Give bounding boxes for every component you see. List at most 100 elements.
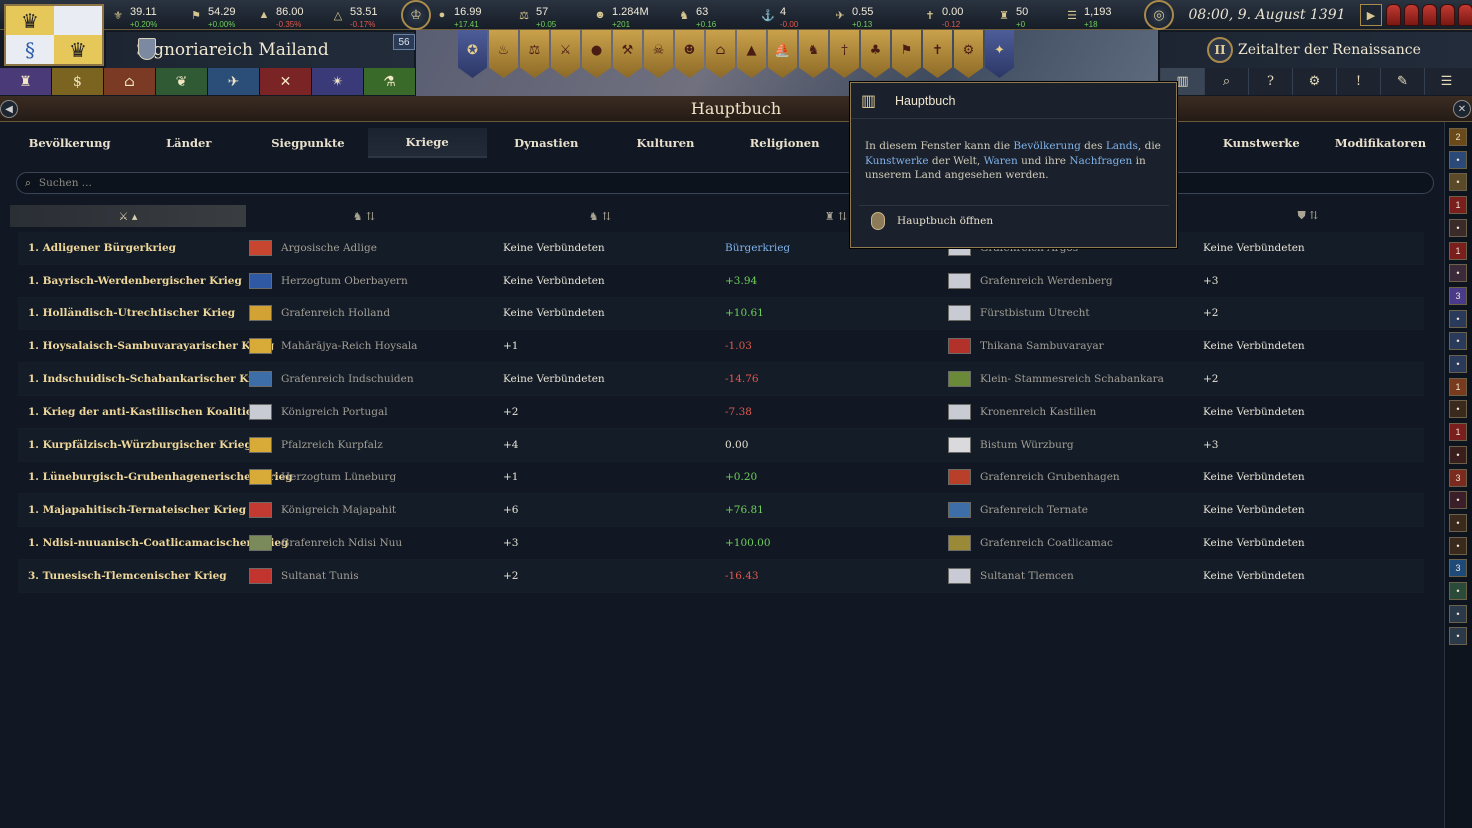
religion-button[interactable]: ✴ xyxy=(312,68,364,95)
attacker-flag-icon[interactable] xyxy=(249,469,272,486)
attacker-flag-icon[interactable] xyxy=(249,239,272,256)
stat-prestige[interactable]: ⚖ 57 +0.05 xyxy=(516,3,556,29)
defender-name[interactable]: Klein- Stammesreich Schabankara xyxy=(980,373,1164,385)
attacker-name[interactable]: Grafenreich Ndisi Nuu xyxy=(281,537,402,549)
advances-button[interactable]: ⚗ xyxy=(364,68,416,95)
attacker-flag-icon[interactable] xyxy=(249,502,272,519)
close-button[interactable]: ✕ xyxy=(1453,100,1471,118)
alert-banner[interactable]: ⚙ xyxy=(954,30,983,78)
war-name-link[interactable]: 1. Majapahitisch-Ternateischer Krieg xyxy=(28,504,246,516)
alert-banner[interactable]: ▲ xyxy=(737,30,766,78)
tab-dynastien[interactable]: Dynastien xyxy=(487,128,606,158)
tooltip-link-population[interactable]: Bevölkerung xyxy=(1013,140,1080,152)
attacker-flag-icon[interactable] xyxy=(249,567,272,584)
war-name-link[interactable]: 1. Bayrisch-Werdenbergischer Krieg xyxy=(28,275,242,287)
alert-banner[interactable]: ⚔ xyxy=(551,30,580,78)
back-button[interactable]: ◀ xyxy=(0,100,18,118)
speed-4-button[interactable] xyxy=(1440,4,1455,26)
war-name-link[interactable]: 1. Krieg der anti-Kastilischen Koalition xyxy=(28,406,261,418)
attacker-name[interactable]: Grafenreich Indschuiden xyxy=(281,373,414,385)
notification-icon[interactable]: • xyxy=(1449,400,1467,419)
alert-banner[interactable]: ⛵ xyxy=(768,30,797,78)
defender-flag-icon[interactable] xyxy=(948,338,971,355)
table-row[interactable]: 1. Majapahitisch-Ternateischer Krieg Köni… xyxy=(18,494,1424,528)
alerts-nav-button[interactable]: ! xyxy=(1336,68,1380,95)
attacker-name[interactable]: Mahārājya-Reich Hoysala xyxy=(281,340,417,352)
notification-icon[interactable]: • xyxy=(1449,173,1467,192)
table-row[interactable]: 1. Bayrisch-Werdenbergischer Krieg Herzog… xyxy=(18,264,1424,298)
stat-stability[interactable]: △ 53.51 -0.17% xyxy=(330,3,378,29)
play-pause-button[interactable]: ▶ xyxy=(1360,4,1382,26)
search-input[interactable]: ⌕ Suchen ... xyxy=(16,172,1434,194)
tab-kulturen[interactable]: Kulturen xyxy=(606,128,725,158)
stat-manpower[interactable]: ♞ 63 +0.16 xyxy=(676,3,716,29)
attacker-name[interactable]: Herzogtum Oberbayern xyxy=(281,275,408,287)
alert-banner[interactable]: ☻ xyxy=(675,30,704,78)
stat-crown-power[interactable]: ⚑ 54.29 +0.00% xyxy=(188,3,235,29)
notification-badge[interactable]: 1 xyxy=(1449,241,1467,260)
stat-legitimacy[interactable]: ⚜ 39.11 +0.20% xyxy=(110,3,157,29)
attacker-flag-icon[interactable] xyxy=(249,371,272,388)
defender-flag-icon[interactable] xyxy=(948,502,971,519)
table-row[interactable]: 1. Ndisi-nuuanisch-Coatlicamacischer Kri… xyxy=(18,527,1424,560)
defender-name[interactable]: Grafenreich Coatlicamac xyxy=(980,537,1113,549)
menu-nav-button[interactable]: ☰ xyxy=(1424,68,1468,95)
attacker-name[interactable]: Herzogtum Lüneburg xyxy=(281,471,396,483)
tab-kunstwerke[interactable]: Kunstwerke xyxy=(1202,128,1321,158)
alert-banner[interactable]: ☠ xyxy=(644,30,673,78)
tab-modifikatoren[interactable]: Modifikatoren xyxy=(1321,128,1440,158)
attacker-flag-icon[interactable] xyxy=(249,535,272,552)
settings-nav-button[interactable]: ⚙ xyxy=(1292,68,1336,95)
defender-name[interactable]: Kronenreich Kastilien xyxy=(980,406,1096,418)
alert-banner-event[interactable]: ♨ xyxy=(489,30,518,78)
defender-flag-icon[interactable] xyxy=(948,371,971,388)
attacker-name[interactable]: Pfalzreich Kurpfalz xyxy=(281,439,383,451)
search-nav-button[interactable]: ⌕ xyxy=(1204,68,1248,95)
defender-name[interactable]: Sultanat Tlemcen xyxy=(980,570,1074,582)
tab-bevölkerung[interactable]: Bevölkerung xyxy=(10,128,129,158)
notification-badge[interactable]: 1 xyxy=(1449,423,1467,442)
war-name-link[interactable]: 1. Adligener Bürgerkrieg xyxy=(28,242,176,254)
help-nav-button[interactable]: ? xyxy=(1248,68,1292,95)
attacker-flag-icon[interactable] xyxy=(249,272,272,289)
notification-icon[interactable]: • xyxy=(1449,309,1467,328)
notification-badge[interactable]: 3 xyxy=(1449,468,1467,487)
defender-flag-icon[interactable] xyxy=(948,403,971,420)
dynasty-button[interactable]: ♔ xyxy=(401,0,431,30)
sort-defender-allies-button[interactable]: ⛊ ⇅ xyxy=(1190,205,1426,227)
notification-icon[interactable]: • xyxy=(1449,582,1467,600)
table-row[interactable]: 1. Adligener Bürgerkrieg Argosische Adlig… xyxy=(18,232,1424,265)
notification-icon[interactable]: • xyxy=(1449,332,1467,351)
production-button[interactable]: ⌂ xyxy=(104,68,156,95)
tab-kriege[interactable]: Kriege xyxy=(367,128,487,158)
defender-flag-icon[interactable] xyxy=(948,567,971,584)
tooltip-link-goods[interactable]: Waren xyxy=(984,155,1018,167)
attacker-name[interactable]: Argosische Adlige xyxy=(281,242,377,254)
alert-banner[interactable]: ● xyxy=(582,30,611,78)
table-row[interactable]: 1. Kurpfälzisch-Würzburgischer Krieg Pfal… xyxy=(18,428,1424,462)
nation-flag[interactable]: ♛ § ♛ xyxy=(4,4,104,66)
defender-flag-icon[interactable] xyxy=(948,272,971,289)
notification-badge[interactable]: 3 xyxy=(1449,286,1467,305)
trade-button[interactable]: ✈ xyxy=(208,68,260,95)
defender-name[interactable]: Bistum Würzburg xyxy=(980,439,1074,451)
defender-name[interactable]: Fürstbistum Utrecht xyxy=(980,307,1090,319)
alert-banner[interactable]: ✝ xyxy=(923,30,952,78)
notification-badge[interactable]: 1 xyxy=(1449,196,1467,215)
government-button[interactable]: ♜ xyxy=(0,68,52,95)
alert-banner[interactable]: ⚑ xyxy=(892,30,921,78)
notification-badge[interactable]: 1 xyxy=(1449,377,1467,396)
stat-gold[interactable]: ● 16.99 +17.41 xyxy=(434,3,482,29)
defender-flag-icon[interactable] xyxy=(948,469,971,486)
war-name-link[interactable]: 3. Tunesisch-Tlemcenischer Krieg xyxy=(28,570,227,582)
alert-banner[interactable]: ⚖ xyxy=(520,30,549,78)
defender-name[interactable]: Grafenreich Grubenhagen xyxy=(980,471,1120,483)
notification-icon[interactable]: • xyxy=(1449,627,1467,646)
tooltip-link-artworks[interactable]: Kunstwerke xyxy=(865,155,929,167)
war-name-link[interactable]: 1. Indschuidisch-Schabankarischer Krieg xyxy=(28,373,272,385)
notification-icon[interactable]: • xyxy=(1449,513,1467,532)
notification-icon[interactable]: • xyxy=(1449,264,1467,283)
tab-siegpunkte[interactable]: Siegpunkte xyxy=(248,128,367,158)
military-button[interactable]: ✕ xyxy=(260,68,312,95)
table-row[interactable]: 1. Lüneburgisch-Grubenhagenerischer Krie… xyxy=(18,461,1424,495)
